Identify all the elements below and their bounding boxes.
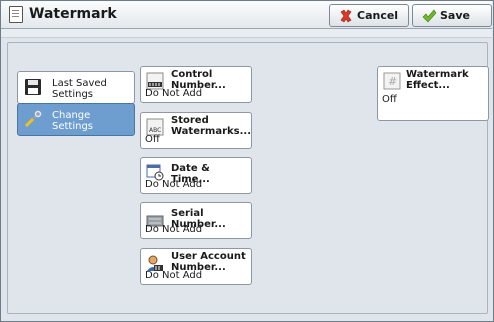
stored-watermarks-value: Off (145, 134, 160, 145)
cancel-x-icon (340, 9, 352, 22)
serial-number-button[interactable]: Serial Number... Do Not Add (140, 202, 252, 239)
change-settings-label-line2: Settings (52, 121, 94, 132)
content-top-strip (1, 29, 492, 38)
date-time-value: Do Not Add (145, 179, 203, 190)
watermark-effect-button[interactable]: # Watermark Effect... Off (377, 66, 489, 121)
control-number-label-line1: Control (171, 69, 213, 80)
save-check-icon (422, 9, 437, 22)
watermark-effect-label-line1: Watermark (406, 69, 469, 80)
document-icon (9, 6, 23, 23)
cancel-label: Cancel (357, 9, 399, 22)
watermark-effect-label-line2: Effect... (406, 80, 450, 91)
stored-watermarks-label-line1: Stored (171, 115, 209, 126)
save-button[interactable]: Save (412, 4, 492, 27)
date-time-button[interactable]: Date & Time... Do Not Add (140, 157, 252, 194)
last-saved-settings-button[interactable]: Last Saved Settings (17, 71, 135, 104)
change-settings-label-line1: Change (52, 110, 91, 121)
stored-watermarks-button[interactable]: ABC Stored Watermarks... Off (140, 112, 252, 149)
last-saved-label-line2: Settings (52, 89, 94, 100)
watermark-effect-value: Off (382, 94, 397, 105)
serial-number-value: Do Not Add (145, 224, 203, 235)
change-settings-button[interactable]: Change Settings (17, 103, 135, 136)
user-account-number-button[interactable]: User Account Number... Do Not Add (140, 248, 252, 285)
tools-icon (24, 110, 42, 128)
last-saved-label-line1: Last Saved (52, 78, 107, 89)
hash-watermark-icon: # (383, 72, 401, 90)
svg-text:#: # (388, 75, 397, 88)
save-label: Save (440, 9, 470, 22)
floppy-disk-icon (25, 79, 41, 95)
page-title: Watermark (29, 6, 117, 22)
svg-text:ABC: ABC (149, 127, 161, 134)
title-bar: Watermark Cancel Save (1, 1, 492, 29)
control-number-button[interactable]: Control Number... Do Not Add (140, 66, 252, 103)
cancel-button[interactable]: Cancel (329, 4, 409, 27)
stored-watermarks-label-line2: Watermarks... (171, 126, 252, 137)
user-account-label-line1: User Account (171, 251, 246, 262)
user-account-number-value: Do Not Add (145, 270, 203, 281)
control-number-value: Do Not Add (145, 88, 203, 99)
